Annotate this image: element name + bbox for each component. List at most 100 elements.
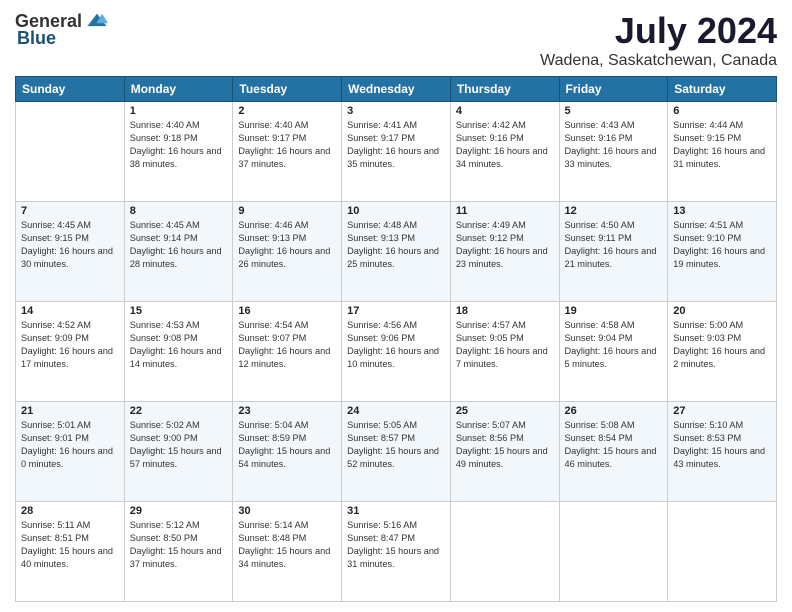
sunset-text: Sunset: 9:06 PM <box>347 332 445 345</box>
daylight-text: Daylight: 16 hours and 10 minutes. <box>347 345 445 371</box>
sunrise-text: Sunrise: 5:10 AM <box>673 419 771 432</box>
daylight-text: Daylight: 16 hours and 19 minutes. <box>673 245 771 271</box>
daylight-text: Daylight: 16 hours and 38 minutes. <box>130 145 228 171</box>
table-row: 26 Sunrise: 5:08 AM Sunset: 8:54 PM Dayl… <box>559 402 668 502</box>
sunrise-text: Sunrise: 5:05 AM <box>347 419 445 432</box>
day-number: 2 <box>238 105 336 117</box>
day-number: 18 <box>456 305 554 317</box>
day-number: 29 <box>130 505 228 517</box>
sunrise-text: Sunrise: 4:40 AM <box>130 119 228 132</box>
sunrise-text: Sunrise: 5:07 AM <box>456 419 554 432</box>
calendar-week-0: 1 Sunrise: 4:40 AM Sunset: 9:18 PM Dayli… <box>16 102 777 202</box>
col-saturday: Saturday <box>668 77 777 102</box>
calendar-week-3: 21 Sunrise: 5:01 AM Sunset: 9:01 PM Dayl… <box>16 402 777 502</box>
col-thursday: Thursday <box>450 77 559 102</box>
day-number: 27 <box>673 405 771 417</box>
day-number: 15 <box>130 305 228 317</box>
day-number: 28 <box>21 505 119 517</box>
sunrise-text: Sunrise: 4:40 AM <box>238 119 336 132</box>
day-info: Sunrise: 4:43 AM Sunset: 9:16 PM Dayligh… <box>565 119 663 171</box>
sunrise-text: Sunrise: 5:00 AM <box>673 319 771 332</box>
day-number: 9 <box>238 205 336 217</box>
day-number: 30 <box>238 505 336 517</box>
table-row <box>16 102 125 202</box>
day-info: Sunrise: 5:02 AM Sunset: 9:00 PM Dayligh… <box>130 419 228 471</box>
daylight-text: Daylight: 15 hours and 54 minutes. <box>238 445 336 471</box>
table-row: 10 Sunrise: 4:48 AM Sunset: 9:13 PM Dayl… <box>342 202 451 302</box>
sunrise-text: Sunrise: 4:58 AM <box>565 319 663 332</box>
sunrise-text: Sunrise: 5:12 AM <box>130 519 228 532</box>
sunrise-text: Sunrise: 4:45 AM <box>21 219 119 232</box>
sunset-text: Sunset: 9:12 PM <box>456 232 554 245</box>
table-row <box>559 502 668 602</box>
table-row: 21 Sunrise: 5:01 AM Sunset: 9:01 PM Dayl… <box>16 402 125 502</box>
day-info: Sunrise: 4:40 AM Sunset: 9:18 PM Dayligh… <box>130 119 228 171</box>
sunrise-text: Sunrise: 5:08 AM <box>565 419 663 432</box>
day-number: 11 <box>456 205 554 217</box>
table-row: 14 Sunrise: 4:52 AM Sunset: 9:09 PM Dayl… <box>16 302 125 402</box>
sunrise-text: Sunrise: 4:50 AM <box>565 219 663 232</box>
day-info: Sunrise: 5:10 AM Sunset: 8:53 PM Dayligh… <box>673 419 771 471</box>
sunrise-text: Sunrise: 4:43 AM <box>565 119 663 132</box>
sunset-text: Sunset: 9:00 PM <box>130 432 228 445</box>
sunset-text: Sunset: 8:54 PM <box>565 432 663 445</box>
day-number: 10 <box>347 205 445 217</box>
sunset-text: Sunset: 8:47 PM <box>347 532 445 545</box>
day-info: Sunrise: 5:04 AM Sunset: 8:59 PM Dayligh… <box>238 419 336 471</box>
sunset-text: Sunset: 9:16 PM <box>456 132 554 145</box>
day-info: Sunrise: 4:44 AM Sunset: 9:15 PM Dayligh… <box>673 119 771 171</box>
table-row: 16 Sunrise: 4:54 AM Sunset: 9:07 PM Dayl… <box>233 302 342 402</box>
day-info: Sunrise: 4:49 AM Sunset: 9:12 PM Dayligh… <box>456 219 554 271</box>
table-row: 17 Sunrise: 4:56 AM Sunset: 9:06 PM Dayl… <box>342 302 451 402</box>
sunset-text: Sunset: 8:51 PM <box>21 532 119 545</box>
day-info: Sunrise: 4:58 AM Sunset: 9:04 PM Dayligh… <box>565 319 663 371</box>
day-number: 21 <box>21 405 119 417</box>
daylight-text: Daylight: 15 hours and 57 minutes. <box>130 445 228 471</box>
table-row: 20 Sunrise: 5:00 AM Sunset: 9:03 PM Dayl… <box>668 302 777 402</box>
table-row: 8 Sunrise: 4:45 AM Sunset: 9:14 PM Dayli… <box>124 202 233 302</box>
table-row: 31 Sunrise: 5:16 AM Sunset: 8:47 PM Dayl… <box>342 502 451 602</box>
day-number: 19 <box>565 305 663 317</box>
col-sunday: Sunday <box>16 77 125 102</box>
day-info: Sunrise: 4:53 AM Sunset: 9:08 PM Dayligh… <box>130 319 228 371</box>
day-info: Sunrise: 5:16 AM Sunset: 8:47 PM Dayligh… <box>347 519 445 571</box>
table-row: 9 Sunrise: 4:46 AM Sunset: 9:13 PM Dayli… <box>233 202 342 302</box>
day-number: 17 <box>347 305 445 317</box>
sunrise-text: Sunrise: 5:16 AM <box>347 519 445 532</box>
sunrise-text: Sunrise: 4:57 AM <box>456 319 554 332</box>
day-number: 23 <box>238 405 336 417</box>
sunrise-text: Sunrise: 4:45 AM <box>130 219 228 232</box>
daylight-text: Daylight: 16 hours and 34 minutes. <box>456 145 554 171</box>
daylight-text: Daylight: 16 hours and 37 minutes. <box>238 145 336 171</box>
sunset-text: Sunset: 9:16 PM <box>565 132 663 145</box>
daylight-text: Daylight: 16 hours and 31 minutes. <box>673 145 771 171</box>
sunset-text: Sunset: 8:50 PM <box>130 532 228 545</box>
table-row: 1 Sunrise: 4:40 AM Sunset: 9:18 PM Dayli… <box>124 102 233 202</box>
day-info: Sunrise: 5:00 AM Sunset: 9:03 PM Dayligh… <box>673 319 771 371</box>
daylight-text: Daylight: 15 hours and 34 minutes. <box>238 545 336 571</box>
table-row: 28 Sunrise: 5:11 AM Sunset: 8:51 PM Dayl… <box>16 502 125 602</box>
daylight-text: Daylight: 16 hours and 7 minutes. <box>456 345 554 371</box>
col-tuesday: Tuesday <box>233 77 342 102</box>
calendar-week-4: 28 Sunrise: 5:11 AM Sunset: 8:51 PM Dayl… <box>16 502 777 602</box>
sunset-text: Sunset: 9:15 PM <box>673 132 771 145</box>
table-row: 12 Sunrise: 4:50 AM Sunset: 9:11 PM Dayl… <box>559 202 668 302</box>
calendar-table: Sunday Monday Tuesday Wednesday Thursday… <box>15 76 777 602</box>
day-info: Sunrise: 4:56 AM Sunset: 9:06 PM Dayligh… <box>347 319 445 371</box>
header-row: Sunday Monday Tuesday Wednesday Thursday… <box>16 77 777 102</box>
daylight-text: Daylight: 15 hours and 31 minutes. <box>347 545 445 571</box>
location-title: Wadena, Saskatchewan, Canada <box>540 52 777 70</box>
sunset-text: Sunset: 8:48 PM <box>238 532 336 545</box>
sunset-text: Sunset: 9:17 PM <box>347 132 445 145</box>
sunrise-text: Sunrise: 4:54 AM <box>238 319 336 332</box>
sunset-text: Sunset: 9:03 PM <box>673 332 771 345</box>
sunrise-text: Sunrise: 4:42 AM <box>456 119 554 132</box>
day-info: Sunrise: 5:05 AM Sunset: 8:57 PM Dayligh… <box>347 419 445 471</box>
table-row: 13 Sunrise: 4:51 AM Sunset: 9:10 PM Dayl… <box>668 202 777 302</box>
daylight-text: Daylight: 15 hours and 46 minutes. <box>565 445 663 471</box>
daylight-text: Daylight: 15 hours and 49 minutes. <box>456 445 554 471</box>
day-info: Sunrise: 4:52 AM Sunset: 9:09 PM Dayligh… <box>21 319 119 371</box>
sunrise-text: Sunrise: 4:52 AM <box>21 319 119 332</box>
title-block: July 2024 Wadena, Saskatchewan, Canada <box>540 10 777 70</box>
daylight-text: Daylight: 16 hours and 0 minutes. <box>21 445 119 471</box>
